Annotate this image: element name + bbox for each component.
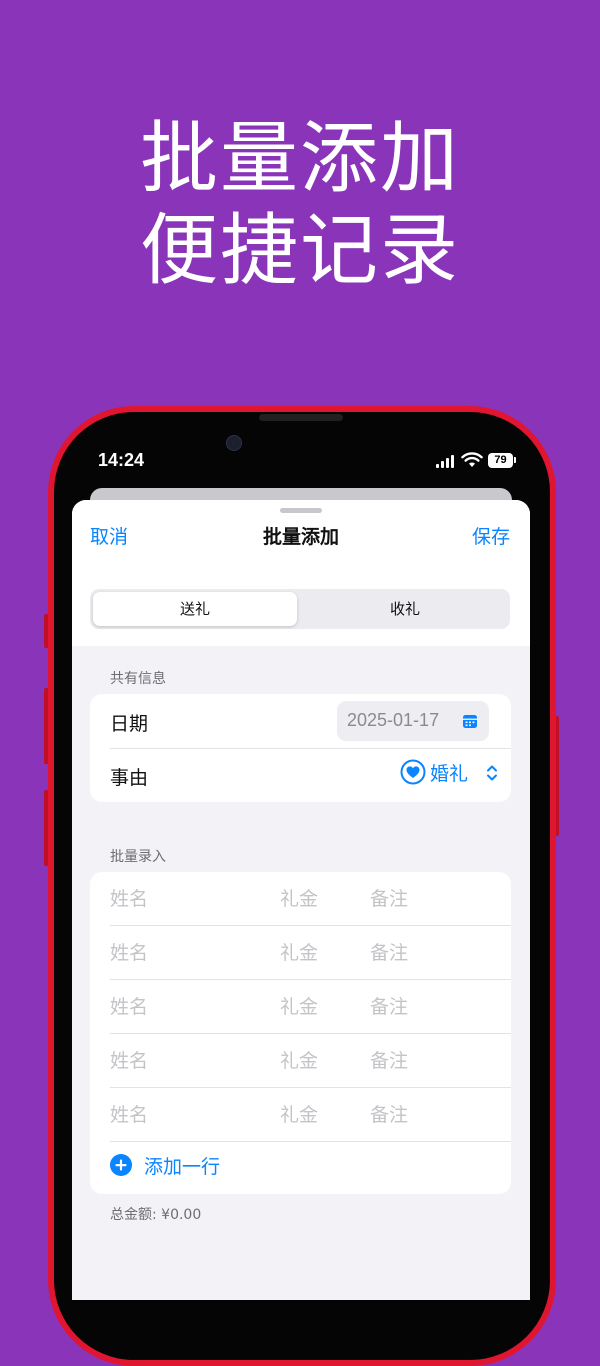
amount-field[interactable] xyxy=(280,884,360,914)
status-time: 14:24 xyxy=(98,450,145,470)
name-field[interactable] xyxy=(110,938,270,968)
amount-field[interactable] xyxy=(280,992,360,1022)
name-field[interactable] xyxy=(110,1100,270,1130)
amount-field[interactable] xyxy=(280,1046,360,1076)
batch-entry-header: 批量录入 xyxy=(110,849,166,865)
phone-earpiece xyxy=(259,414,343,421)
note-field[interactable] xyxy=(370,992,500,1022)
gift-direction-segmented-control: 送礼 收礼 xyxy=(90,589,510,629)
entry-row xyxy=(90,926,511,980)
name-field[interactable] xyxy=(110,1046,270,1076)
total-amount: 总金额: ¥0.00 xyxy=(110,1207,202,1223)
amount-field[interactable] xyxy=(280,938,360,968)
amount-field[interactable] xyxy=(280,1100,360,1130)
date-value: 2025-01-17 xyxy=(347,710,440,730)
segment-send-gift[interactable]: 送礼 xyxy=(93,592,297,626)
note-field[interactable] xyxy=(370,938,500,968)
reason-picker[interactable]: 婚礼 xyxy=(400,758,500,788)
row-divider xyxy=(110,748,511,749)
wifi-icon xyxy=(461,452,483,467)
batch-add-sheet: 取消 批量添加 保存 送礼 收礼 共有信息 日期 2025-01-17 事由 婚… xyxy=(72,500,530,1300)
save-button[interactable]: 保存 xyxy=(472,522,510,549)
chevron-updown-icon xyxy=(487,765,497,781)
note-field[interactable] xyxy=(370,884,500,914)
note-field[interactable] xyxy=(370,1046,500,1076)
plus-circle-icon xyxy=(110,1154,132,1176)
signal-icon xyxy=(436,455,456,468)
calendar-icon xyxy=(463,715,477,728)
battery-icon: 79 xyxy=(488,453,513,468)
add-row-label: 添加一行 xyxy=(144,1156,221,1178)
entry-row xyxy=(90,872,511,926)
front-camera-icon xyxy=(226,435,242,451)
promo-headline-line2: 便捷记录 xyxy=(139,206,460,296)
batch-entry-group: 添加一行 xyxy=(90,872,511,1194)
row-divider xyxy=(110,1141,511,1142)
shared-info-group: 日期 2025-01-17 事由 婚礼 xyxy=(90,694,511,802)
date-label: 日期 xyxy=(110,713,149,735)
segment-receive-gift[interactable]: 收礼 xyxy=(303,592,507,626)
reason-label: 事由 xyxy=(110,767,149,789)
name-field[interactable] xyxy=(110,992,270,1022)
note-field[interactable] xyxy=(370,1100,500,1130)
heart-icon xyxy=(400,759,426,785)
add-row-button[interactable]: 添加一行 xyxy=(110,1152,270,1182)
sheet-grabber[interactable] xyxy=(280,508,322,513)
sheet-title: 批量添加 xyxy=(262,526,339,548)
entry-row xyxy=(90,1088,511,1142)
shared-info-header: 共有信息 xyxy=(110,671,166,687)
entry-row xyxy=(90,980,511,1034)
entry-row xyxy=(90,1034,511,1088)
promo-headline-line1: 批量添加 xyxy=(139,114,460,204)
name-field[interactable] xyxy=(110,884,270,914)
battery-tip xyxy=(514,457,516,463)
reason-value: 婚礼 xyxy=(430,763,469,785)
date-picker[interactable]: 2025-01-17 xyxy=(337,701,489,741)
